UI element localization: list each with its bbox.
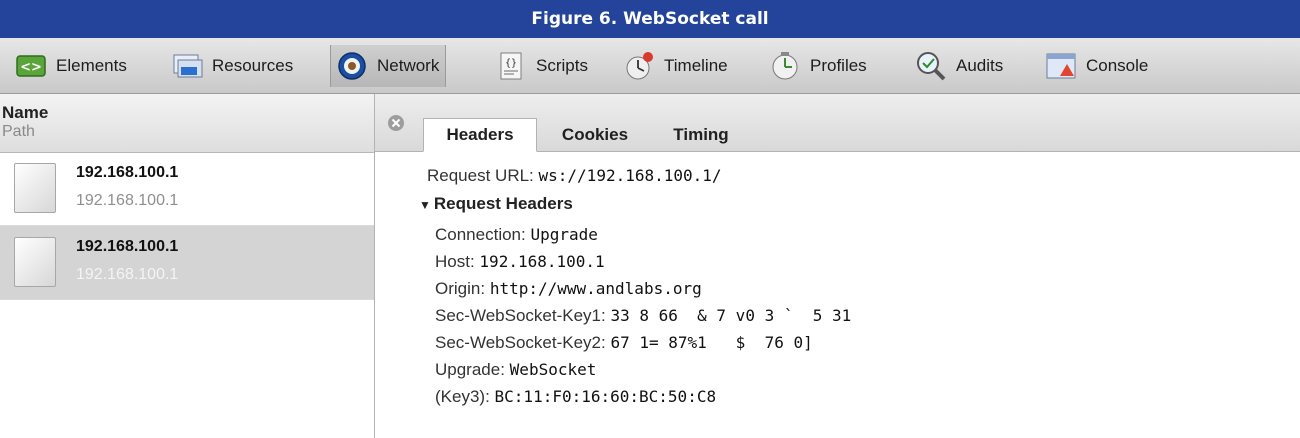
tab-cookies[interactable]: Cookies xyxy=(547,118,643,152)
header-name: Origin: xyxy=(435,279,486,298)
header-row: Sec-WebSocket-Key1: 33 8 66 & 7 v0 3 ` 5… xyxy=(435,306,851,326)
header-value: WebSocket xyxy=(509,360,597,379)
timeline-icon xyxy=(622,49,656,83)
request-url-label: Request URL: xyxy=(427,166,534,185)
profiles-icon xyxy=(768,49,802,83)
request-row-selected[interactable]: 192.168.100.1 192.168.100.1 xyxy=(0,226,374,300)
toolbar-elements-label: Elements xyxy=(56,56,127,75)
request-headers-section[interactable]: ▼ Request Headers xyxy=(419,194,573,214)
header-row: Upgrade: WebSocket xyxy=(435,360,596,380)
toolbar-scripts[interactable]: {} Scripts xyxy=(490,45,594,87)
header-name: (Key3): xyxy=(435,387,490,406)
request-path: 192.168.100.1 xyxy=(76,266,179,283)
svg-text:{}: {} xyxy=(505,58,517,69)
request-row[interactable]: 192.168.100.1 192.168.100.1 xyxy=(0,152,374,226)
request-detail-panel: Headers Cookies Timing Request URL: ws:/… xyxy=(375,94,1300,438)
toolbar-resources[interactable]: Resources xyxy=(166,45,299,87)
svg-text:<>: <> xyxy=(20,60,42,75)
figure-caption: Figure 6. WebSocket call xyxy=(0,0,1300,38)
request-name: 192.168.100.1 xyxy=(76,238,179,255)
header-value: http://www.andlabs.org xyxy=(489,279,702,298)
elements-icon: <> xyxy=(14,49,48,83)
toolbar-timeline-label: Timeline xyxy=(664,56,728,75)
toolbar-console-label: Console xyxy=(1086,56,1149,75)
header-name: Upgrade: xyxy=(435,360,505,379)
section-title: Request Headers xyxy=(433,194,573,213)
request-url-value: ws://192.168.100.1/ xyxy=(538,166,722,185)
toolbar-profiles[interactable]: Profiles xyxy=(764,45,873,87)
header-name: Connection: xyxy=(435,225,526,244)
header-row: Host: 192.168.100.1 xyxy=(435,252,605,272)
header-value: BC:11:F0:16:60:BC:50:C8 xyxy=(494,387,717,406)
toolbar-elements[interactable]: <> Elements xyxy=(10,45,133,87)
toolbar-network-label: Network xyxy=(377,56,440,75)
header-name: Sec-WebSocket-Key1: xyxy=(435,306,606,325)
header-value: 192.168.100.1 xyxy=(479,252,605,271)
disclosure-triangle-icon: ▼ xyxy=(419,198,431,212)
toolbar-console[interactable]: Console xyxy=(1040,45,1154,87)
scripts-icon: {} xyxy=(494,49,528,83)
toolbar-profiles-label: Profiles xyxy=(810,56,867,75)
network-icon xyxy=(335,49,369,83)
header-value: 67 1= 87%1 $ 76 0] xyxy=(610,333,813,352)
request-url-line: Request URL: ws://192.168.100.1/ xyxy=(427,166,722,186)
toolbar-network[interactable]: Network xyxy=(330,45,447,87)
header-name: Host: xyxy=(435,252,475,271)
toolbar-audits[interactable]: Audits xyxy=(910,45,1009,87)
resources-icon xyxy=(170,49,204,83)
document-icon xyxy=(14,163,56,213)
toolbar-audits-label: Audits xyxy=(956,56,1004,75)
request-list-header[interactable]: Name Path xyxy=(0,94,374,153)
toolbar-scripts-label: Scripts xyxy=(536,56,588,75)
column-path-label: Path xyxy=(2,123,35,140)
tab-headers[interactable]: Headers xyxy=(423,118,537,152)
column-name-label: Name xyxy=(2,103,49,122)
console-icon xyxy=(1044,49,1078,83)
close-icon[interactable] xyxy=(387,114,405,132)
request-list-panel: Name Path 192.168.100.1 192.168.100.1 19… xyxy=(0,94,375,438)
detail-tabs: Headers Cookies Timing xyxy=(375,94,1300,152)
header-row: Origin: http://www.andlabs.org xyxy=(435,279,702,299)
request-name: 192.168.100.1 xyxy=(76,164,179,181)
header-row: Sec-WebSocket-Key2: 67 1= 87%1 $ 76 0] xyxy=(435,333,813,353)
header-value: Upgrade xyxy=(530,225,598,244)
header-row: Connection: Upgrade xyxy=(435,225,598,245)
header-value: 33 8 66 & 7 v0 3 ` 5 31 xyxy=(610,306,852,325)
devtools-toolbar: <> Elements Resources Network {} Scripts… xyxy=(0,38,1300,94)
header-row: (Key3): BC:11:F0:16:60:BC:50:C8 xyxy=(435,387,716,407)
document-icon xyxy=(14,237,56,287)
audits-icon xyxy=(914,49,948,83)
header-name: Sec-WebSocket-Key2: xyxy=(435,333,606,352)
toolbar-resources-label: Resources xyxy=(212,56,294,75)
toolbar-timeline[interactable]: Timeline xyxy=(618,45,734,87)
tab-timing[interactable]: Timing xyxy=(659,118,743,152)
request-path: 192.168.100.1 xyxy=(76,192,179,209)
